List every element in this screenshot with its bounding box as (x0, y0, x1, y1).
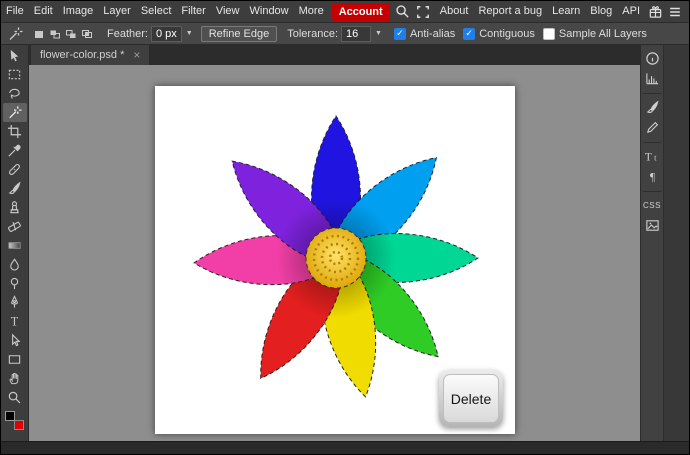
document-tab-title: flower-color.psd * (40, 49, 124, 61)
menu-edit[interactable]: Edit (29, 1, 58, 22)
anti-alias-checkbox[interactable] (394, 28, 406, 40)
menu-select[interactable]: Select (136, 1, 177, 22)
menu-view[interactable]: View (211, 1, 245, 22)
menu-learn[interactable]: Learn (547, 1, 585, 22)
svg-text:T: T (645, 151, 652, 163)
new-selection-icon[interactable] (31, 26, 47, 42)
magic-wand-icon (1, 26, 29, 42)
panel-separator (643, 142, 661, 143)
feather-dropdown-icon[interactable]: ▼ (182, 30, 197, 37)
character-panel-icon[interactable]: T t (642, 147, 662, 166)
move-tool[interactable] (3, 46, 27, 65)
paragraph-panel-icon[interactable]: ¶ (642, 167, 662, 186)
svg-text:t: t (654, 153, 657, 163)
gift-icon[interactable] (645, 2, 665, 22)
menu-more[interactable]: More (294, 1, 329, 22)
panel-empty-area (664, 45, 689, 441)
tolerance-dropdown-icon[interactable]: ▼ (371, 30, 386, 37)
css-panel-button[interactable]: CSS (642, 196, 662, 215)
feather-input[interactable]: 0 px (151, 26, 182, 42)
sample-all-layers-label: Sample All Layers (559, 28, 647, 40)
panel-separator (643, 93, 661, 94)
color-swatches[interactable] (5, 411, 24, 430)
histogram-icon[interactable] (642, 69, 662, 88)
photopea-window: File Edit Image Layer Select Filter View… (0, 0, 690, 455)
magic-wand-tool[interactable] (3, 103, 27, 122)
contiguous-label: Contiguous (479, 28, 535, 40)
pencil-icon[interactable] (642, 118, 662, 137)
delete-key-graphic: Delete (439, 370, 503, 427)
feather-label: Feather: (107, 28, 148, 40)
brush-tool[interactable] (3, 179, 27, 198)
gradient-tool[interactable] (3, 236, 27, 255)
eyedropper-tool[interactable] (3, 141, 27, 160)
clone-stamp-tool[interactable] (3, 198, 27, 217)
brush-settings-icon[interactable] (642, 98, 662, 117)
menu-api[interactable]: API (617, 1, 645, 22)
tool-bar: T (1, 45, 29, 441)
document-canvas[interactable]: Delete (155, 86, 515, 434)
lasso-tool[interactable] (3, 84, 27, 103)
rectangle-select-tool[interactable] (3, 65, 27, 84)
refine-edge-button[interactable]: Refine Edge (201, 26, 278, 42)
eraser-tool[interactable] (3, 217, 27, 236)
menu-icon[interactable] (665, 2, 685, 22)
spot-heal-tool[interactable] (3, 160, 27, 179)
menu-blog[interactable]: Blog (585, 1, 617, 22)
search-icon[interactable] (393, 2, 413, 22)
menu-report-a-bug[interactable]: Report a bug (473, 1, 547, 22)
menu-filter[interactable]: Filter (176, 1, 210, 22)
css-label: CSS (643, 201, 661, 210)
menu-image[interactable]: Image (58, 1, 99, 22)
hand-tool[interactable] (3, 369, 27, 388)
menu-file[interactable]: File (1, 1, 29, 22)
blur-tool[interactable] (3, 255, 27, 274)
account-button[interactable]: Account (332, 3, 390, 21)
document-tab[interactable]: flower-color.psd * × (31, 45, 150, 65)
image-panel-icon[interactable] (642, 216, 662, 235)
selection-mode-icons (31, 26, 95, 42)
crop-tool[interactable] (3, 122, 27, 141)
menu-bar: File Edit Image Layer Select Filter View… (1, 1, 689, 23)
status-bar (1, 441, 689, 454)
foreground-color-swatch[interactable] (5, 411, 15, 421)
type-tool[interactable]: T (3, 312, 27, 331)
tab-close-icon[interactable]: × (133, 48, 140, 62)
subtract-selection-icon[interactable] (63, 26, 79, 42)
sample-all-layers-checkbox[interactable] (543, 28, 555, 40)
panel-icon-strip: T t ¶ CSS (641, 45, 664, 441)
zoom-tool[interactable] (3, 388, 27, 407)
add-selection-icon[interactable] (47, 26, 63, 42)
path-select-tool[interactable] (3, 331, 27, 350)
menu-window[interactable]: Window (245, 1, 294, 22)
pen-tool[interactable] (3, 293, 27, 312)
tool-options-bar: Feather: 0 px ▼ Refine Edge Tolerance: 1… (1, 23, 689, 45)
anti-alias-label: Anti-alias (410, 28, 455, 40)
intersect-selection-icon[interactable] (79, 26, 95, 42)
tolerance-label: Tolerance: (287, 28, 338, 40)
svg-text:T: T (11, 315, 19, 329)
svg-text:¶: ¶ (649, 172, 654, 184)
canvas-area[interactable]: Delete (29, 65, 640, 441)
menu-right-group: About Report a bug Learn Blog API (435, 1, 689, 22)
right-panel: T t ¶ CSS (640, 45, 689, 441)
fullscreen-icon[interactable] (413, 2, 433, 22)
rectangle-shape-tool[interactable] (3, 350, 27, 369)
document-tab-bar: flower-color.psd * × (29, 45, 640, 65)
menu-about[interactable]: About (435, 1, 474, 22)
dodge-tool[interactable] (3, 274, 27, 293)
tolerance-input[interactable]: 16 (341, 26, 371, 42)
contiguous-checkbox[interactable] (463, 28, 475, 40)
delete-key-label: Delete (443, 374, 499, 423)
info-icon[interactable] (642, 49, 662, 68)
menu-layer[interactable]: Layer (98, 1, 136, 22)
panel-separator (643, 191, 661, 192)
background-color-swatch[interactable] (14, 420, 24, 430)
